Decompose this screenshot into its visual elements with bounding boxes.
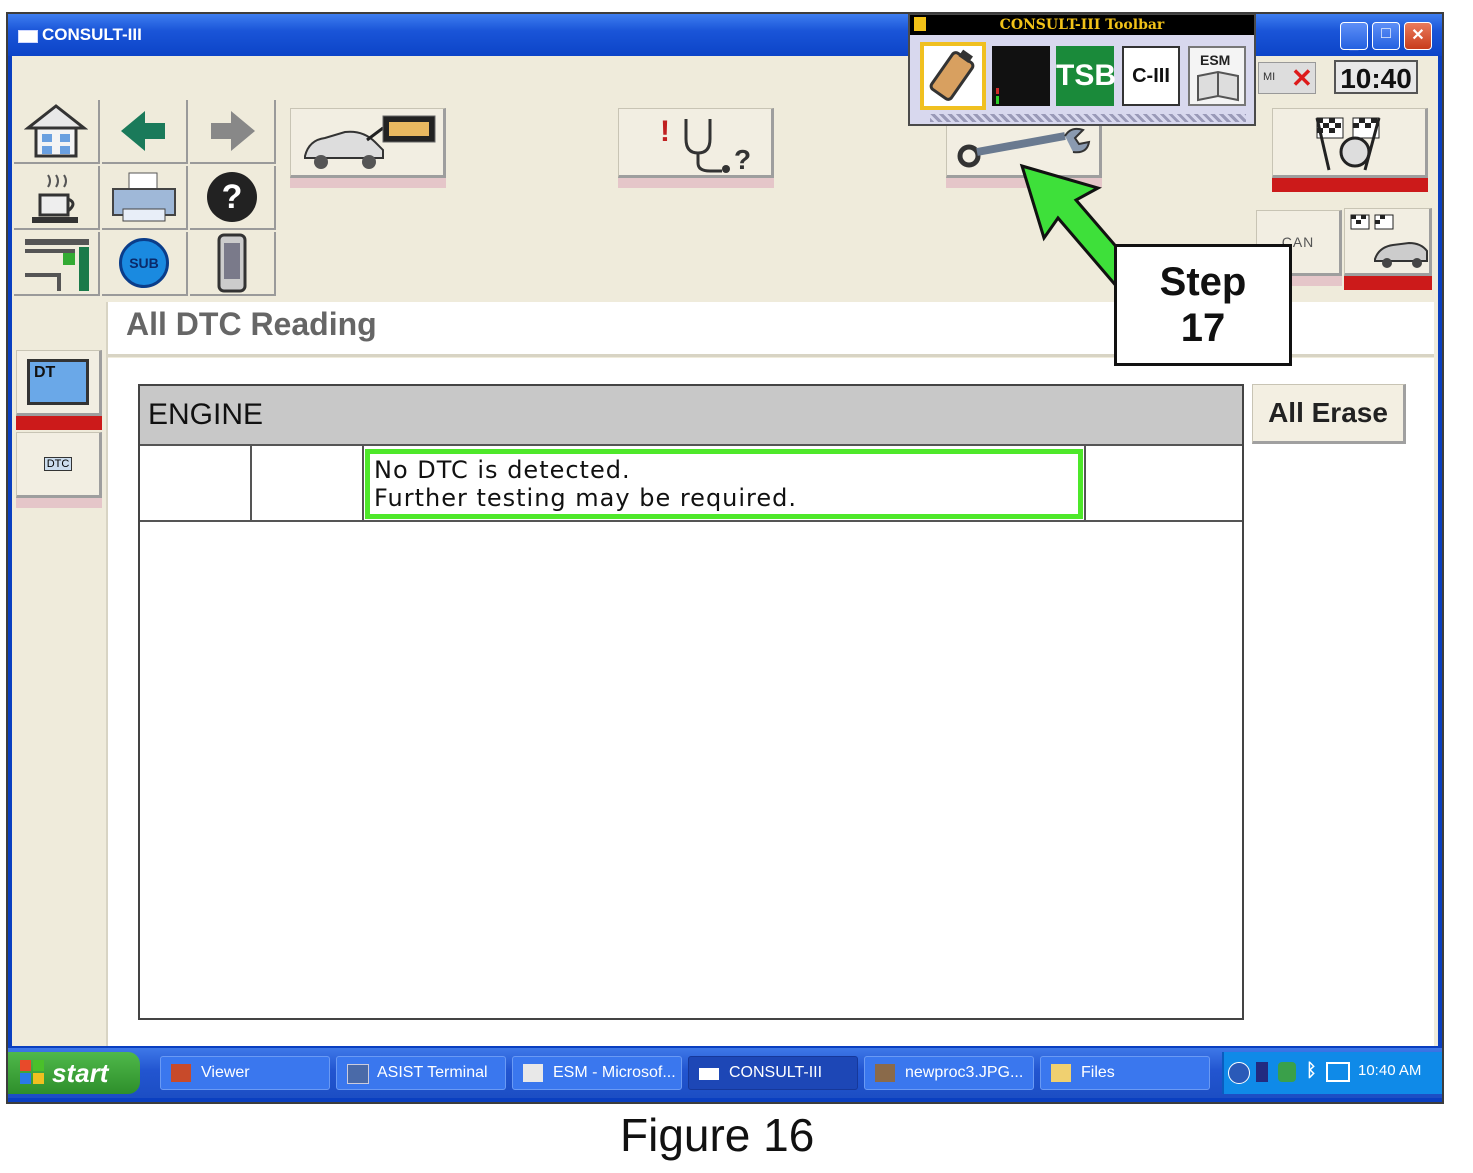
mi-label: MI [1263,71,1276,83]
column-divider [250,446,252,522]
close-button[interactable]: ✕ [1404,22,1432,50]
toolbar-signal-button[interactable] [992,46,1050,106]
dtc-indicator [16,416,102,430]
dtc-icon: DT [27,359,89,405]
taskbar-item-esm[interactable]: ESM - Microsof... [512,1056,682,1090]
viewer-icon [171,1064,191,1082]
taskbar-item-consult[interactable]: CONSULT-III [688,1056,858,1090]
sub-mode-button[interactable]: SUB [102,232,188,296]
window-icon [18,30,38,43]
car-flags-icon [1350,214,1428,268]
window-title: CONSULT-III [42,25,142,44]
minimize-button[interactable]: _ [1340,22,1368,52]
diagnosis-indicator [618,178,774,188]
taskbar-item-label: newproc3.JPG... [905,1064,1024,1081]
vehicle-selection-indicator [290,178,446,188]
dtc-monitor-button[interactable]: DTC [16,432,102,498]
help-icon: ? [207,172,257,222]
checkered-flag-icon [1315,117,1381,171]
home-icon [24,104,88,158]
forward-button[interactable] [190,100,276,164]
printer-icon [112,172,176,222]
page-title: All DTC Reading [126,306,377,342]
figure-caption: Figure 16 [620,1109,815,1161]
sub-icon: SUB [119,238,169,288]
step-label: Step [1159,260,1247,304]
esm-document-icon [523,1064,543,1082]
terminal-icon [347,1064,369,1084]
step-callout: Step 17 [1114,244,1292,366]
column-divider [1084,446,1086,522]
taskbar-item-label: ASIST Terminal [377,1064,488,1081]
step-number: 17 [1180,306,1226,350]
device-icon [217,233,247,293]
vehicle-selection-button[interactable] [290,108,446,178]
tray-expand-icon[interactable] [1228,1062,1250,1084]
stethoscope-icon: !? [660,115,751,175]
print-button[interactable] [102,166,188,230]
svg-text:?: ? [734,144,751,175]
column-header-engine: ENGINE [148,398,264,431]
toolbar-title: CONSULT-III Toolbar [910,15,1254,35]
mi-status: MI ✕ [1258,62,1316,94]
consult-window-icon [699,1068,719,1080]
arrow-left-icon [121,111,165,151]
esm-book-icon [1197,70,1239,102]
lock-icon [914,17,926,31]
taskbar-item-image[interactable]: newproc3.JPG... [864,1056,1034,1090]
windows-logo-icon [20,1060,44,1084]
coffee-break-button[interactable] [14,166,100,230]
svg-text:?: ? [222,178,243,216]
toolbar-c3-button[interactable]: C-III [1122,46,1180,106]
race-flags-button[interactable] [1272,108,1428,178]
dtc-button[interactable]: DT [16,350,102,416]
vehicle-race-indicator [1344,276,1432,290]
back-button[interactable] [102,100,188,164]
all-erase-button[interactable]: All Erase [1252,384,1406,444]
taskbar-item-files[interactable]: Files [1040,1056,1210,1090]
taskbar-item-label: Files [1081,1064,1115,1081]
folder-icon [1051,1064,1071,1082]
diagnosis-button[interactable]: !? [618,108,774,178]
car-diagnosis-icon [304,115,436,169]
window-layout-icon [25,239,89,291]
column-divider [362,446,364,522]
taskbar-item-label: CONSULT-III [729,1064,823,1081]
toolbar-grip[interactable] [930,114,1246,122]
coffee-cup-icon [32,174,78,223]
home-button[interactable] [14,100,100,164]
arrow-right-icon [211,111,255,151]
vi-button[interactable] [190,232,276,296]
race-flags-indicator [1272,178,1428,192]
tray-network-icon[interactable] [1278,1062,1296,1082]
error-x-icon: ✕ [1291,63,1313,93]
image-file-icon [875,1064,895,1082]
taskbar-clock: 10:40 AM [1358,1062,1422,1079]
screen-capture-button[interactable] [14,232,100,296]
taskbar-item-asist[interactable]: ASIST Terminal [336,1056,506,1090]
dtc-message-line1: No DTC is detected. [374,456,631,484]
dtc-message-line2: Further testing may be required. [374,484,798,512]
help-button[interactable]: ? [190,166,276,230]
toolbar-esm-button[interactable]: ESM [1188,46,1246,106]
toolbar-tsb-button[interactable]: TSB [1056,46,1116,106]
taskbar-item-label: Viewer [201,1064,250,1081]
nav-grid: ? SUB [14,100,284,300]
dtc-monitor-indicator [16,498,102,508]
signal-meter-icon [996,88,999,104]
clock: 10:40 [1334,60,1418,94]
maximize-button[interactable]: □ [1372,22,1400,50]
taskbar-item-label: ESM - Microsof... [553,1064,676,1081]
battery-icon [929,49,975,101]
dtc-small-label: DTC [43,457,73,471]
svg-text:!: ! [660,115,670,148]
table-header [140,386,1242,446]
vehicle-race-button[interactable] [1344,208,1432,276]
tray-display-icon[interactable] [1326,1062,1350,1082]
taskbar-item-viewer[interactable]: Viewer [160,1056,330,1090]
esm-label: ESM [1200,52,1231,68]
toolbar-battery-button[interactable] [920,42,986,110]
tray-device-icon[interactable] [1256,1062,1268,1082]
bluetooth-icon[interactable]: ᛒ [1306,1060,1317,1081]
